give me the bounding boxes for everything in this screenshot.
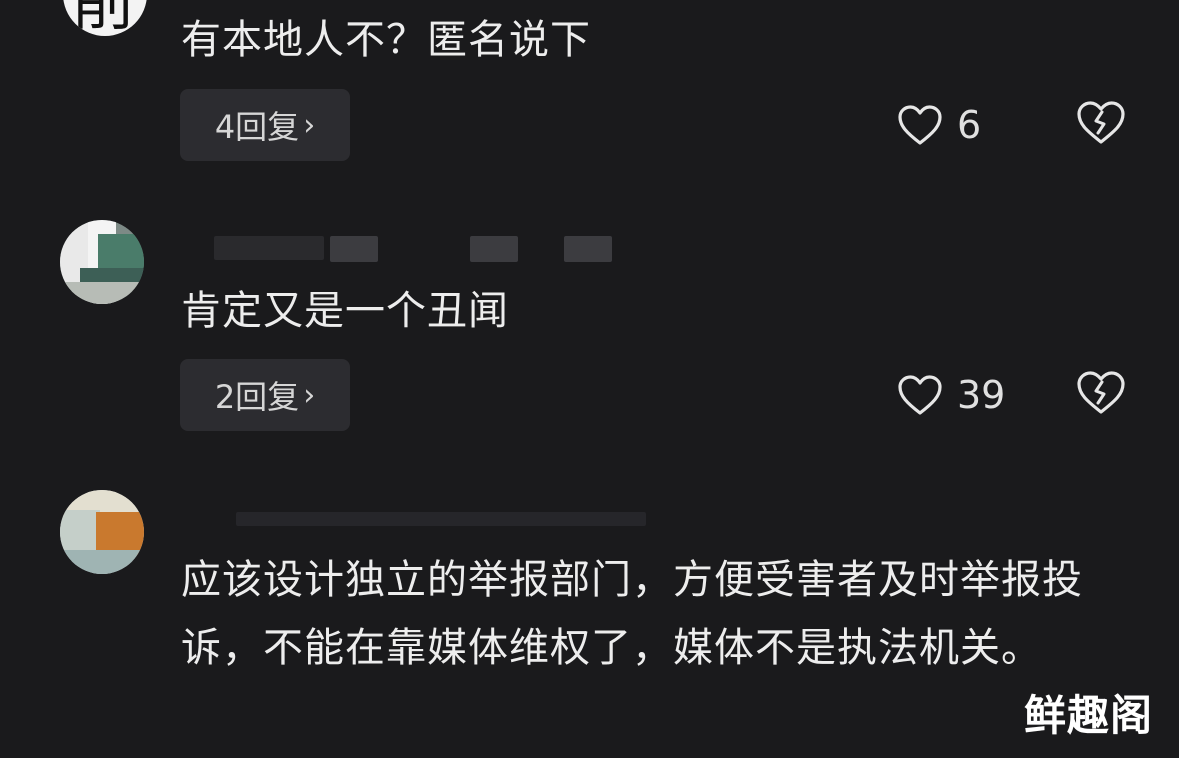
chevron-right-icon: › bbox=[303, 107, 316, 143]
avatar-image-block bbox=[60, 550, 144, 574]
dislike-button[interactable] bbox=[1076, 100, 1126, 150]
comment-text: 应该设计独立的举报部门，方便受害者及时举报投诉，不能在靠媒体维权了，媒体不是执法… bbox=[181, 557, 1083, 671]
broken-heart-icon bbox=[1077, 371, 1125, 414]
comment-text: 肯定又是一个丑闻 bbox=[181, 288, 509, 334]
heart-outline-icon bbox=[898, 375, 942, 415]
avatar-image-block bbox=[98, 234, 144, 268]
broken-heart-icon bbox=[1077, 101, 1125, 144]
username-redacted bbox=[330, 236, 378, 262]
avatar-image-block bbox=[80, 268, 144, 282]
dislike-button[interactable] bbox=[1076, 370, 1126, 420]
avatar[interactable] bbox=[60, 490, 144, 574]
chevron-right-icon: › bbox=[303, 377, 316, 413]
watermark: 鲜趣阁 bbox=[1023, 691, 1153, 740]
view-replies-button[interactable]: 2回复 › bbox=[180, 359, 350, 431]
username-redacted bbox=[236, 512, 646, 526]
username-redacted bbox=[564, 236, 612, 262]
like-button[interactable]: 39 bbox=[897, 370, 1005, 420]
reply-count-label: 4回复 bbox=[214, 108, 300, 146]
like-button[interactable]: 6 bbox=[897, 100, 981, 150]
heart-outline-icon bbox=[898, 105, 942, 145]
like-count: 39 bbox=[957, 373, 1006, 417]
avatar[interactable]: 削 bbox=[63, 0, 147, 36]
reply-count-label: 2回复 bbox=[214, 378, 300, 416]
username-redacted bbox=[214, 236, 324, 260]
comment-text: 有本地人不？匿名说下 bbox=[181, 17, 591, 63]
avatar-image-block bbox=[60, 282, 144, 304]
avatar-image-block bbox=[60, 510, 100, 550]
like-count: 6 bbox=[957, 103, 982, 147]
username-redacted bbox=[470, 236, 518, 262]
view-replies-button[interactable]: 4回复 › bbox=[180, 89, 350, 161]
avatar[interactable] bbox=[60, 220, 144, 304]
avatar-glyph: 削 bbox=[73, 0, 133, 36]
